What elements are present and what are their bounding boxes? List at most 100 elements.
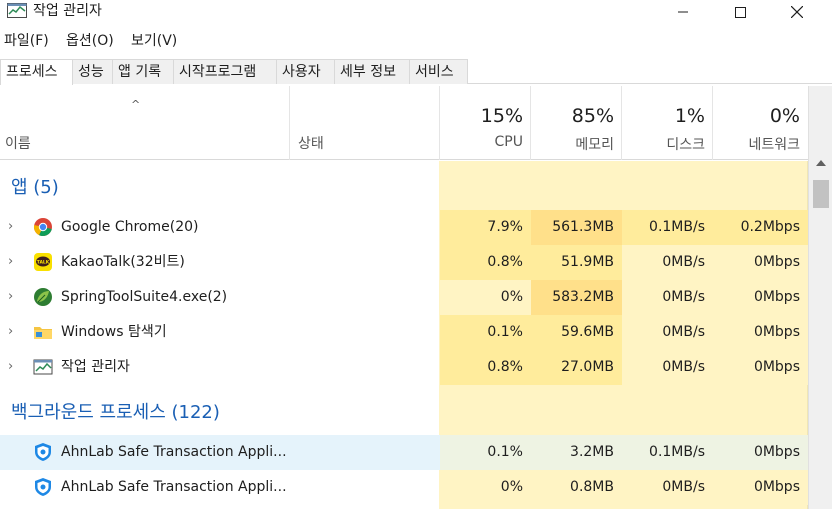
group-title: 백그라운드 프로세스 (122) xyxy=(11,402,220,423)
tab-services[interactable]: 서비스 xyxy=(409,59,468,84)
memory-percent: 85% xyxy=(571,105,614,127)
chrome-icon xyxy=(33,218,52,237)
column-name[interactable]: 이름 xyxy=(5,133,31,153)
column-disk[interactable]: 1% 디스크 xyxy=(622,86,713,160)
process-name: AhnLab Safe Transaction Appli... xyxy=(61,444,287,460)
tab-performance[interactable]: 성능 xyxy=(72,59,113,84)
title-bar: 작업 관리자 xyxy=(0,0,832,26)
process-name: KakaoTalk(32비트) xyxy=(61,254,185,270)
vertical-scrollbar[interactable] xyxy=(808,86,832,509)
cpu-cell: 7.9% xyxy=(440,210,531,245)
spring-icon xyxy=(34,288,52,306)
memory-cell: 51.9MB xyxy=(531,245,622,280)
process-name: AhnLab Safe Transaction Appli... xyxy=(61,479,287,495)
process-name: 작업 관리자 xyxy=(61,359,130,375)
process-list: 앱 (5) › Google Chrome(20) 7.9% 561.3MB 0… xyxy=(0,161,808,509)
network-cell: 0Mbps xyxy=(713,350,808,385)
folder-icon xyxy=(34,327,52,339)
scroll-up-arrow-icon[interactable] xyxy=(816,160,826,166)
column-header: ^ 이름 상태 15% CPU 85% 메모리 1% 디스크 0% 네트워크 xyxy=(0,86,808,160)
network-percent: 0% xyxy=(769,105,800,127)
network-cell: 0Mbps xyxy=(713,435,808,470)
cpu-percent: 15% xyxy=(480,105,523,127)
table-row[interactable]: › Windows 탐색기 0.1% 59.6MB 0MB/s 0Mbps xyxy=(0,315,808,350)
menu-bar: 파일(F) 옵션(O) 보기(V) xyxy=(0,30,832,52)
disk-cell: 0MB/s xyxy=(622,315,713,350)
network-cell: 0Mbps xyxy=(713,280,808,315)
tab-processes[interactable]: 프로세스 xyxy=(0,59,73,85)
column-divider[interactable] xyxy=(289,86,290,160)
task-manager-icon xyxy=(7,3,27,18)
network-cell: 0.2Mbps xyxy=(713,210,808,245)
memory-cell: 583.2MB xyxy=(531,280,622,315)
tab-strip: 프로세스 성능 앱 기록 시작프로그램 사용자 세부 정보 서비스 xyxy=(0,58,832,85)
close-icon xyxy=(791,6,803,18)
task-manager-icon xyxy=(33,359,53,375)
disk-cell: 0MB/s xyxy=(622,350,713,385)
memory-cell: 561.3MB xyxy=(531,210,622,245)
maximize-button[interactable] xyxy=(717,0,763,24)
process-name: SpringToolSuite4.exe(2) xyxy=(61,289,228,305)
table-row[interactable]: AhnLab Safe Transaction Appli... 0.1% 3.… xyxy=(0,435,808,470)
memory-label: 메모리 xyxy=(575,137,614,153)
cpu-cell: 0.8% xyxy=(440,245,531,280)
ahnlab-shield-icon xyxy=(35,478,51,496)
column-network[interactable]: 0% 네트워크 xyxy=(713,86,808,160)
svg-text:TALK: TALK xyxy=(37,260,50,266)
disk-cell: 0MB/s xyxy=(622,280,713,315)
disk-cell: 0.1MB/s xyxy=(622,435,713,470)
close-button[interactable] xyxy=(774,0,820,24)
cpu-label: CPU xyxy=(494,134,523,150)
column-status[interactable]: 상태 xyxy=(298,133,324,153)
tab-app-history[interactable]: 앱 기록 xyxy=(112,59,174,84)
group-header-background[interactable]: 백그라운드 프로세스 (122) xyxy=(0,398,808,428)
table-row[interactable]: › SpringToolSuite4.exe(2) 0% 583.2MB 0MB… xyxy=(0,280,808,315)
group-title: 앱 (5) xyxy=(11,177,59,198)
cpu-cell: 0.1% xyxy=(440,315,531,350)
process-name: Google Chrome(20) xyxy=(61,219,199,235)
network-cell: 0Mbps xyxy=(713,245,808,280)
expand-chevron-icon[interactable]: › xyxy=(8,324,13,339)
table-row[interactable]: › Google Chrome(20) 7.9% 561.3MB 0.1MB/s… xyxy=(0,210,808,245)
network-cell: 0Mbps xyxy=(713,315,808,350)
expand-chevron-icon[interactable]: › xyxy=(8,254,13,269)
disk-label: 디스크 xyxy=(666,137,705,153)
disk-percent: 1% xyxy=(674,105,705,127)
disk-cell: 0MB/s xyxy=(622,470,713,505)
group-header-apps[interactable]: 앱 (5) xyxy=(0,173,808,203)
disk-cell: 0.1MB/s xyxy=(622,210,713,245)
expand-chevron-icon[interactable]: › xyxy=(8,359,13,374)
network-cell: 0Mbps xyxy=(713,470,808,505)
kakaotalk-icon: TALK xyxy=(34,253,52,271)
sort-ascending-icon: ^ xyxy=(131,98,141,111)
memory-cell: 27.0MB xyxy=(531,350,622,385)
network-label: 네트워크 xyxy=(748,137,800,153)
cpu-cell: 0.8% xyxy=(440,350,531,385)
menu-file[interactable]: 파일(F) xyxy=(4,32,49,50)
memory-cell: 59.6MB xyxy=(531,315,622,350)
scrollbar-thumb[interactable] xyxy=(813,180,829,208)
memory-cell: 0.8MB xyxy=(531,470,622,505)
cpu-cell: 0% xyxy=(440,280,531,315)
minimize-button[interactable] xyxy=(660,0,706,24)
table-row[interactable]: › 작업 관리자 0.8% 27.0MB 0MB/s 0Mbps xyxy=(0,350,808,385)
tab-users[interactable]: 사용자 xyxy=(276,59,335,84)
table-row[interactable]: › TALK KakaoTalk(32비트) 0.8% 51.9MB 0MB/s… xyxy=(0,245,808,280)
disk-cell: 0MB/s xyxy=(622,245,713,280)
expand-chevron-icon[interactable]: › xyxy=(8,289,13,304)
column-cpu[interactable]: 15% CPU xyxy=(440,86,531,160)
maximize-icon xyxy=(734,6,746,18)
memory-cell: 3.2MB xyxy=(531,435,622,470)
tab-startup[interactable]: 시작프로그램 xyxy=(173,59,277,84)
window-title: 작업 관리자 xyxy=(33,3,102,19)
cpu-cell: 0.1% xyxy=(440,435,531,470)
ahnlab-shield-icon xyxy=(35,443,51,461)
table-row[interactable]: AhnLab Safe Transaction Appli... 0% 0.8M… xyxy=(0,470,808,505)
expand-chevron-icon[interactable]: › xyxy=(8,219,13,234)
column-memory[interactable]: 85% 메모리 xyxy=(531,86,622,160)
menu-options[interactable]: 옵션(O) xyxy=(66,32,114,50)
menu-view[interactable]: 보기(V) xyxy=(131,32,177,50)
tab-details[interactable]: 세부 정보 xyxy=(334,59,410,84)
minimize-icon xyxy=(678,11,688,13)
cpu-cell: 0% xyxy=(440,470,531,505)
